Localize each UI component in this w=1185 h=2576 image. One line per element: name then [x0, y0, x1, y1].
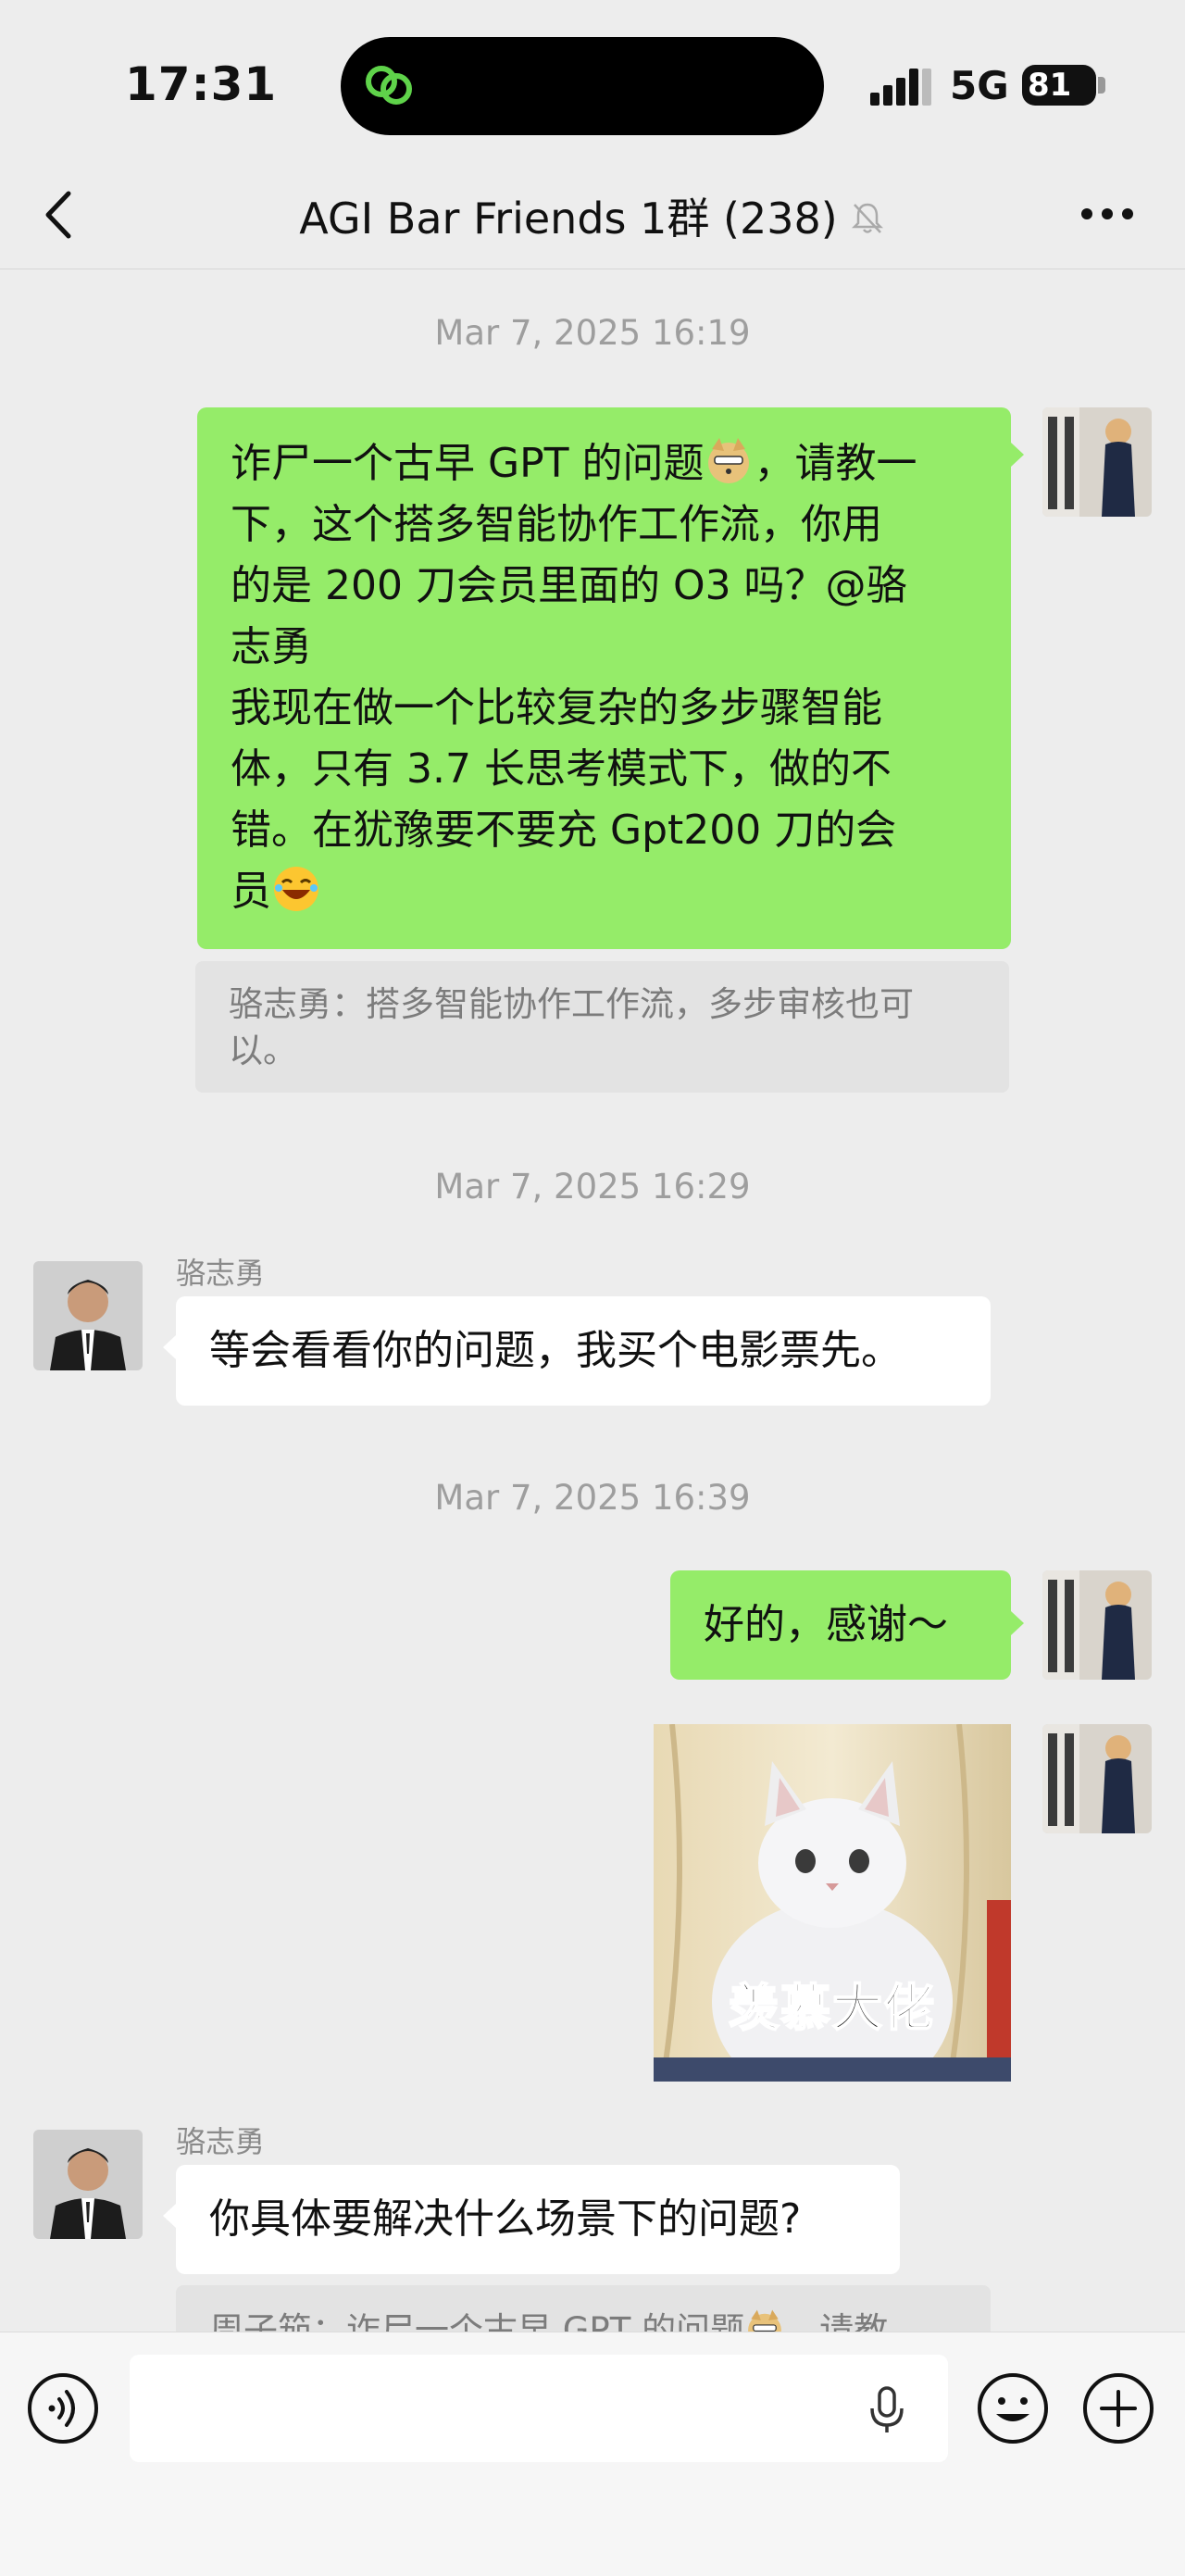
bubble-tail [163, 1335, 176, 1359]
message-text: 好的，感谢～ [704, 1601, 948, 1648]
nav-bar: AGI Bar Friends 1群 (238) [0, 162, 1185, 269]
dynamic-island [341, 37, 824, 135]
message-bubble[interactable]: 好的，感谢～ [670, 1570, 1011, 1680]
more-dots-icon[interactable] [1078, 195, 1137, 232]
cat-sticker-image[interactable]: 羡慕大佬 [654, 1724, 1011, 2082]
message-bubble[interactable]: 你具体要解决什么场景下的问题? [176, 2165, 900, 2274]
message-input[interactable] [130, 2355, 948, 2462]
microphone-icon[interactable] [861, 2382, 913, 2434]
sender-name: 骆志勇 [176, 2124, 266, 2159]
message-text: 诈尸一个古早 GPT 的问题 [231, 440, 705, 487]
battery-nub [1098, 77, 1105, 94]
bubble-tail [1011, 443, 1024, 467]
plus-circle-icon[interactable] [1081, 2371, 1155, 2445]
message-text: ，请教一 [754, 440, 917, 487]
avatar[interactable] [1042, 407, 1152, 517]
message-text: 员 [231, 868, 271, 915]
link-app-icon [366, 66, 412, 105]
avatar[interactable] [1042, 1724, 1152, 1833]
battery-indicator: 81 [1022, 65, 1096, 106]
message-bubble[interactable]: 等会看看你的问题，我买个电影票先。 [176, 1296, 991, 1406]
quote-line: 骆志勇：搭多智能协作工作流，多步审核也可 [229, 984, 914, 1024]
doge-emoji-icon [708, 438, 750, 483]
message-line: 员 [231, 861, 978, 922]
timestamp: Mar 7, 2025 16:39 [434, 1478, 751, 1518]
avatar[interactable] [33, 1261, 143, 1370]
message-line: 的是 200 刀会员里面的 O3 吗？@骆 [231, 562, 907, 609]
quote-line: 以。 [229, 1031, 297, 1070]
bubble-tail [1011, 1611, 1024, 1635]
message-bubble[interactable]: 诈尸一个古早 GPT 的问题 ，请教一 下，这个搭多智能协作工作流，你用 的是 2… [197, 407, 1011, 949]
message-line: 诈尸一个古早 GPT 的问题 ，请教一 [231, 433, 978, 494]
bubble-tail [163, 2204, 176, 2228]
message-text: 你具体要解决什么场景下的问题? [209, 2195, 802, 2243]
timestamp: Mar 7, 2025 16:19 [434, 313, 751, 353]
emoji-face-icon[interactable] [976, 2371, 1050, 2445]
laughing-emoji-icon [274, 867, 318, 911]
quoted-message[interactable]: 骆志勇：搭多智能协作工作流，多步审核也可 以。 [195, 961, 1009, 1093]
message-line: 下，这个搭多智能协作工作流，你用 [231, 501, 882, 548]
input-bar [0, 2332, 1185, 2576]
sender-name: 骆志勇 [176, 1256, 266, 1291]
voice-input-icon[interactable] [26, 2371, 100, 2445]
message-text: 等会看看你的问题，我买个电影票先。 [209, 1327, 902, 1374]
network-type: 5G [950, 63, 1009, 108]
sticker-caption: 羡慕大佬 [728, 1978, 936, 2038]
message-line: 错。在犹豫要不要充 Gpt200 刀的会 [231, 807, 897, 854]
avatar[interactable] [33, 2130, 143, 2239]
battery-level: 81 [1028, 67, 1072, 104]
avatar[interactable] [1042, 1570, 1152, 1680]
signal-icon [870, 69, 931, 106]
title-wrap: AGI Bar Friends 1群 (238) [0, 162, 1185, 269]
bell-muted-icon [851, 203, 883, 233]
status-bar: 17:31 5G 81 [0, 0, 1185, 162]
timestamp: Mar 7, 2025 16:29 [434, 1167, 751, 1207]
status-time: 17:31 [125, 57, 278, 111]
chat-title: AGI Bar Friends 1群 (238) [299, 193, 838, 244]
chevron-left-icon[interactable] [37, 186, 83, 244]
message-line: 志勇 [231, 623, 312, 670]
message-line: 我现在做一个比较复杂的多步骤智能 [231, 684, 882, 732]
message-line: 体，只有 3.7 长思考模式下，做的不 [231, 745, 892, 793]
